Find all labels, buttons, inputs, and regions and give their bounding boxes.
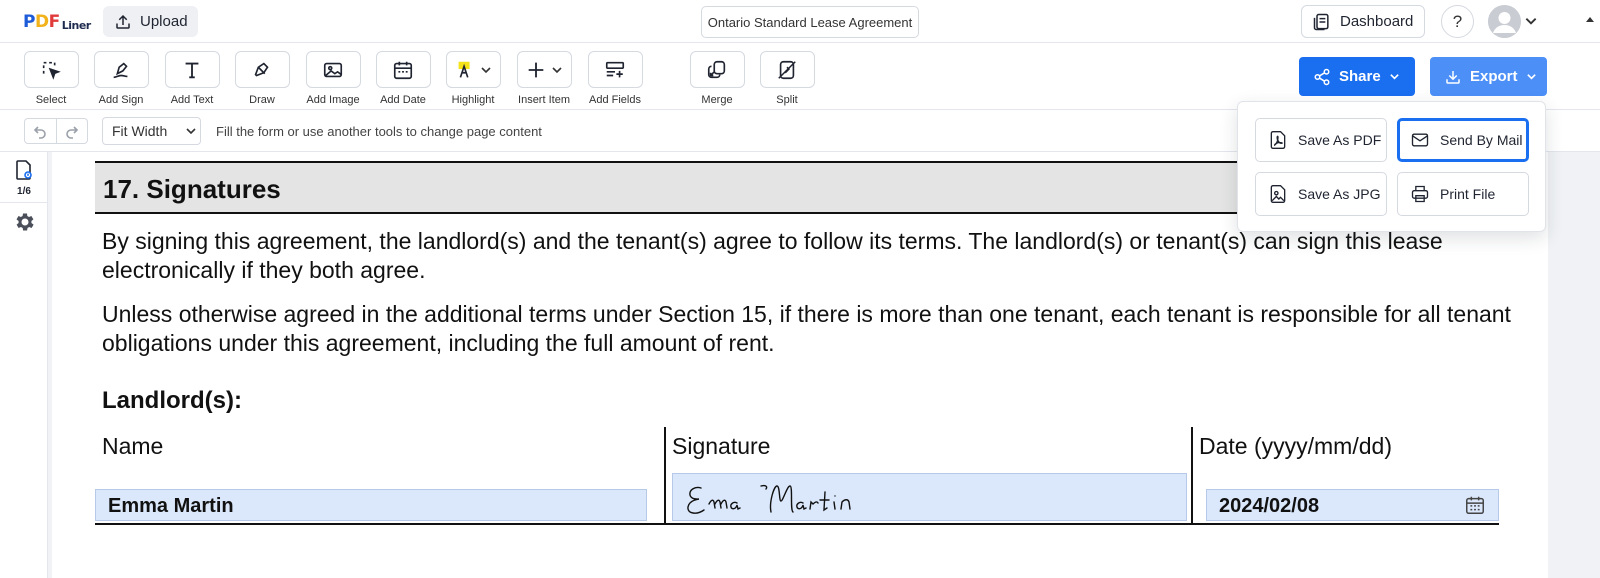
pdfliner-logo[interactable]: P D F Liner [23,12,91,32]
calendar-icon [393,61,413,79]
chevron-down-icon [552,66,562,73]
column-label-date: Date (yyyy/mm/dd) [1199,433,1392,459]
fields-icon [605,61,625,77]
pages-icon [16,160,32,180]
download-icon [1446,70,1460,84]
landlord-name-field[interactable]: Emma Martin [95,489,647,521]
tool-add-date[interactable]: Add Date [368,51,438,106]
handwritten-signature [687,484,851,514]
gear-icon[interactable] [12,210,36,234]
save-as-pdf-button[interactable]: Save As PDF [1255,118,1387,162]
image-icon [323,62,343,77]
printer-icon [1411,185,1429,203]
export-button[interactable]: Export [1430,57,1547,96]
tool-add-text[interactable]: Add Text [157,51,227,106]
redo-button[interactable] [57,119,88,143]
tool-draw[interactable]: Draw [227,51,297,106]
share-button[interactable]: Share [1299,57,1415,96]
dashboard-label: Dashboard [1340,13,1414,30]
tool-add-fields[interactable]: Add Fields [580,51,650,106]
undo-button[interactable] [25,119,57,143]
calendar-icon[interactable] [1464,494,1486,516]
select-icon [42,61,61,80]
tool-add-image[interactable]: Add Image [298,51,368,106]
landlord-signature-field[interactable] [672,473,1187,521]
avatar[interactable] [1488,5,1521,38]
help-button[interactable]: ? [1441,5,1474,38]
tool-split[interactable]: Split [752,51,822,106]
draw-icon [254,62,269,76]
top-header: P D F Liner Upload Ontario Standard Lease A… [0,0,1600,43]
paragraph: Unless otherwise agreed in the additiona… [102,301,1511,356]
highlight-icon [458,61,470,78]
column-label-name: Name [102,433,164,459]
column-label-signature: Signature [672,433,771,459]
sign-icon [113,61,128,78]
zoom-select[interactable]: Fit Width [102,117,201,145]
plus-icon [528,62,544,77]
print-file-button[interactable]: Print File [1397,172,1529,216]
caret-up-icon[interactable] [1584,14,1596,26]
section-title: 17. Signatures [103,174,281,204]
chevron-down-icon [186,128,196,135]
chevron-down-icon [481,66,491,73]
send-by-mail-button[interactable]: Send By Mail [1397,118,1529,162]
undo-icon [34,126,47,139]
dashboard-icon [1313,13,1329,30]
table-bottom-rule [95,523,1499,525]
share-icon [1314,68,1330,85]
mail-icon [1411,133,1429,147]
document-title[interactable]: Ontario Standard Lease Agreement [701,6,919,38]
tool-add-sign[interactable]: Add Sign [86,51,156,106]
export-dropdown: Save As PDF Send By Mail Save As JPG Pri… [1237,101,1546,232]
pdf-icon [1270,131,1286,149]
dashboard-button[interactable]: Dashboard [1301,5,1425,38]
save-as-jpg-button[interactable]: Save As JPG [1255,172,1387,216]
tool-highlight[interactable]: Highlight [438,51,508,106]
share-label: Share [1339,68,1381,85]
text-icon [185,62,199,78]
column-divider [664,427,666,523]
tool-insert-item[interactable]: Insert Item [509,51,579,106]
undo-redo-group [24,118,88,144]
user-icon [1488,5,1521,38]
pages-button[interactable]: 1/6 [0,156,48,203]
column-divider [1191,427,1193,523]
merge-icon [707,60,726,78]
paragraph: By signing this agreement, the landlord(… [102,228,1443,283]
upload-label: Upload [140,13,188,30]
redo-icon [65,126,78,139]
left-rail: 1/6 [0,152,48,578]
tool-merge[interactable]: Merge [682,51,752,106]
zoom-value: Fit Width [112,123,168,139]
chevron-down-icon [1526,74,1536,80]
landlord-heading: Landlord(s): [102,387,242,414]
jpg-icon [1270,185,1286,203]
chevron-down-icon [1389,74,1399,80]
tool-bar: Select Add Sign Add Text Draw Add Image … [0,43,1600,110]
hint-text: Fill the form or use another tools to ch… [216,124,542,139]
upload-button[interactable]: Upload [103,6,198,37]
page-indicator: 1/6 [17,186,31,197]
upload-icon [116,14,130,29]
export-label: Export [1470,68,1518,85]
tool-select[interactable]: Select [16,51,86,106]
landlord-date-field[interactable]: 2024/02/08 [1206,489,1499,521]
date-value: 2024/02/08 [1219,495,1320,517]
chevron-down-icon[interactable] [1524,14,1538,28]
split-icon [778,60,796,79]
